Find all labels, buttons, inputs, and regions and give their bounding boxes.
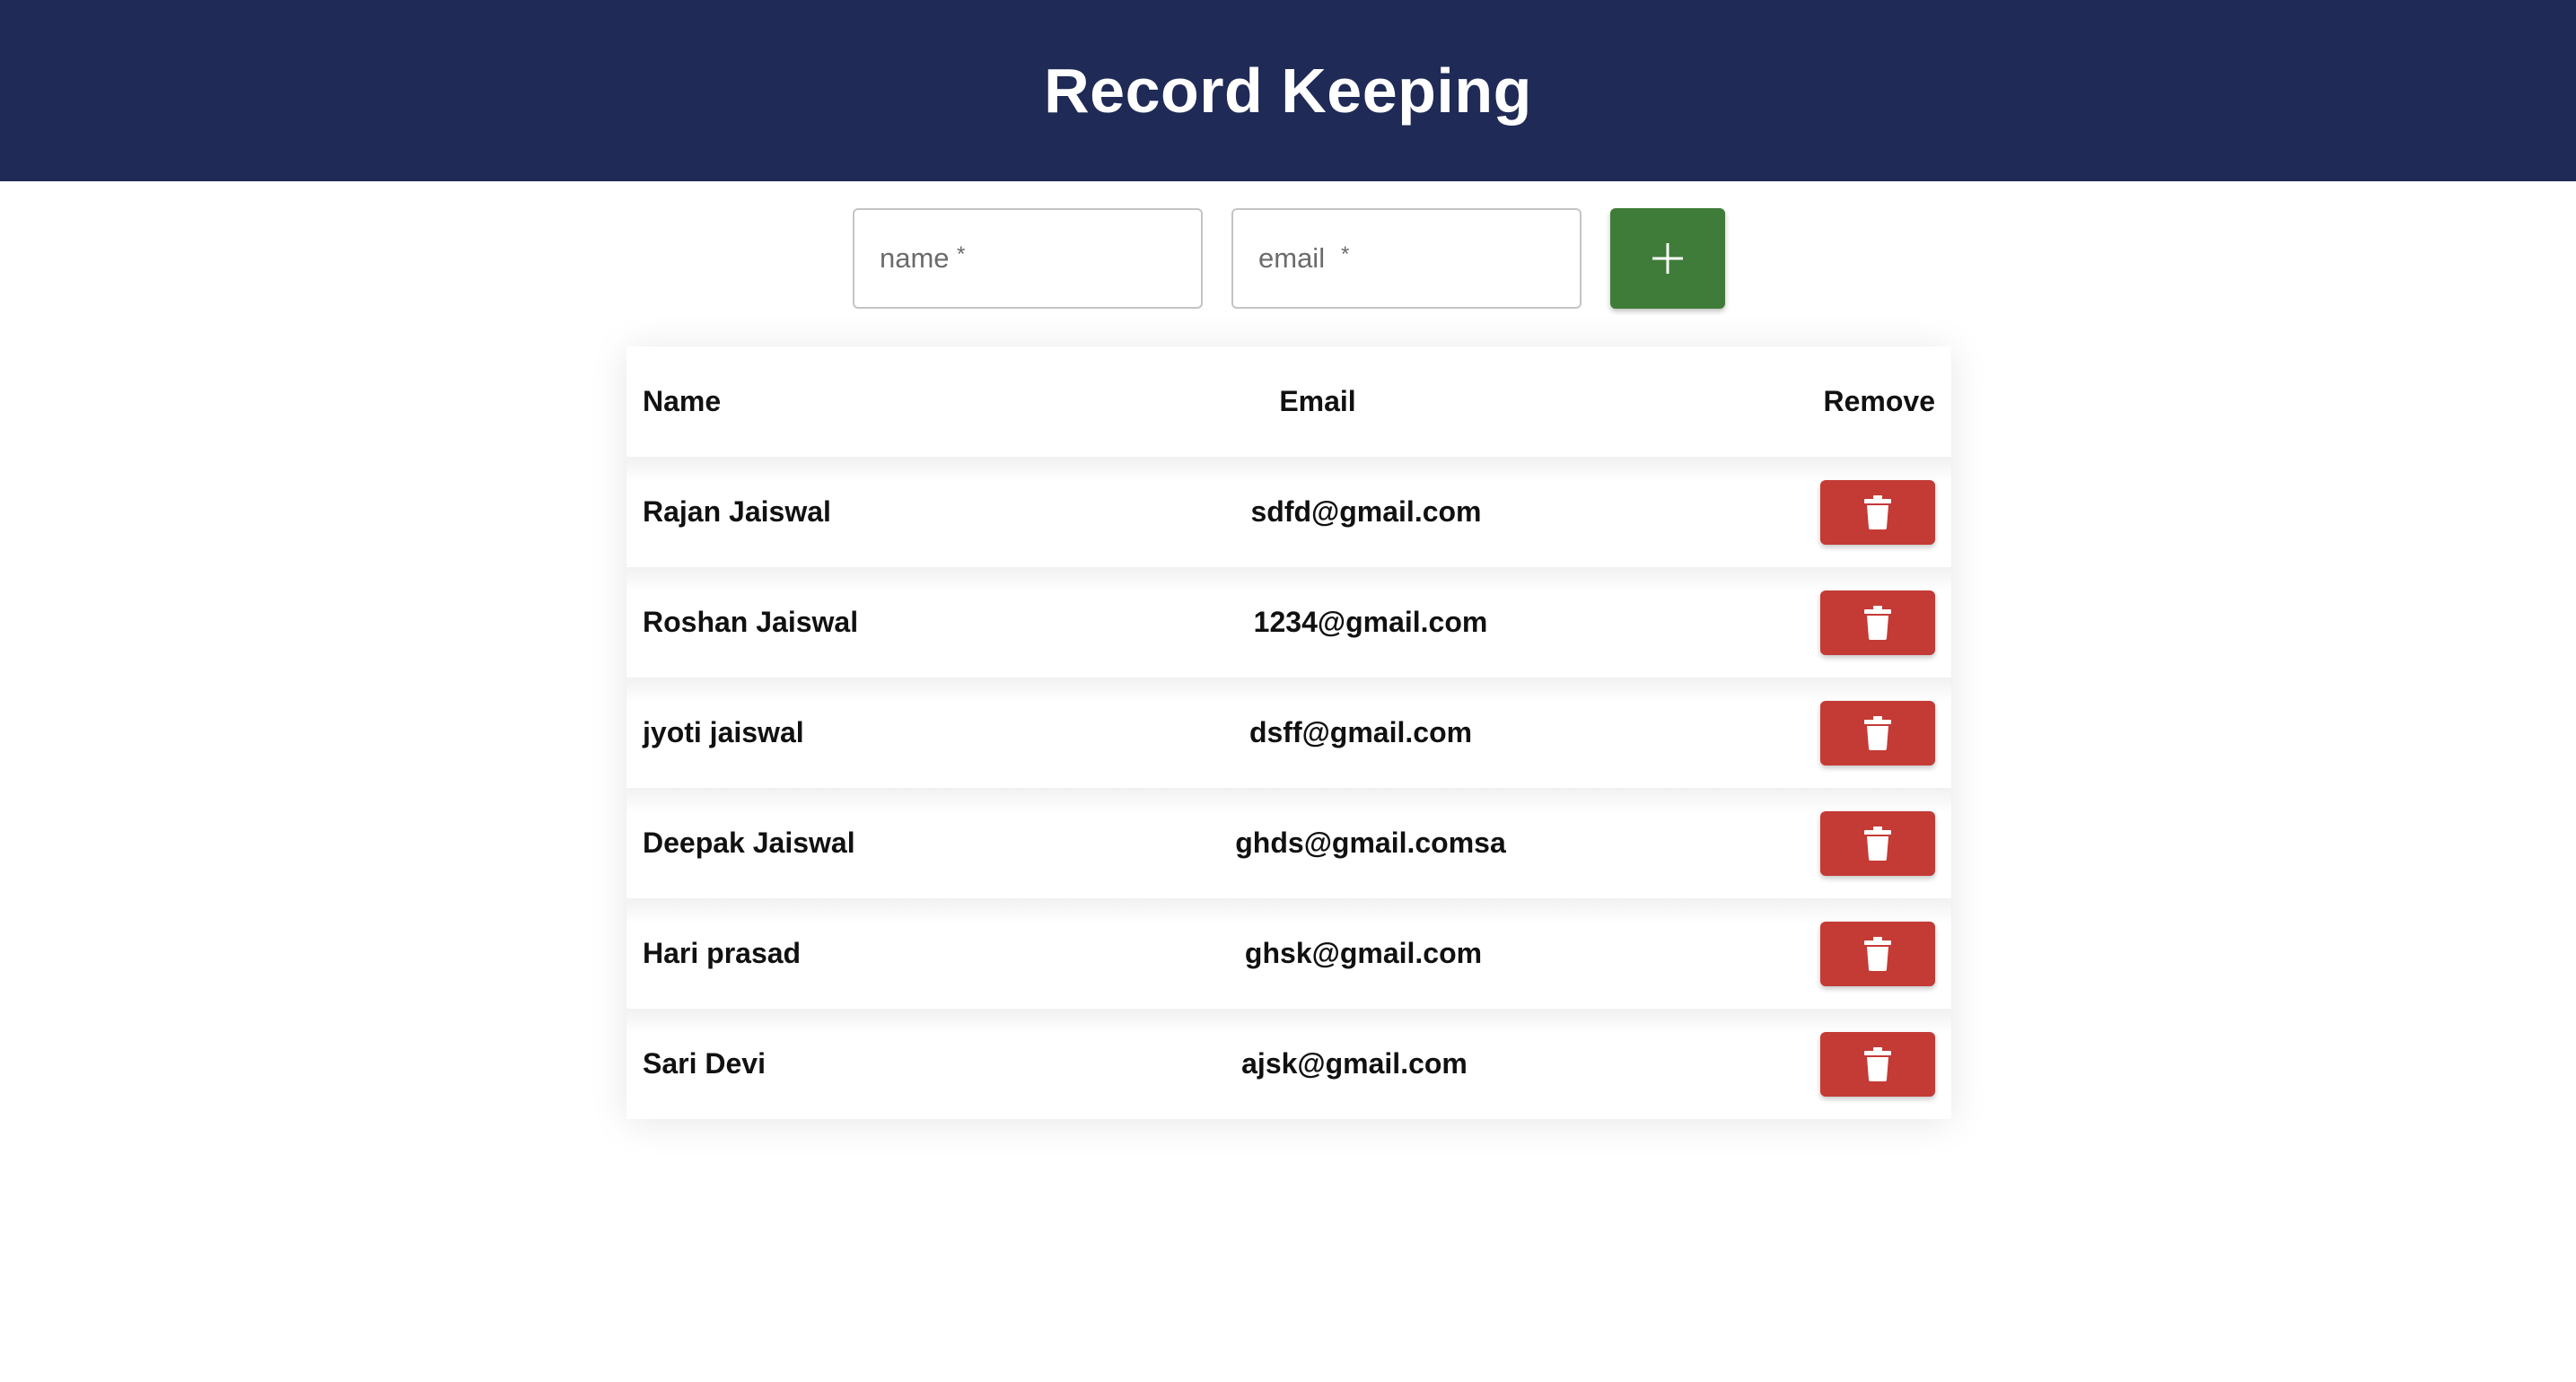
trash-icon: [1864, 936, 1891, 971]
delete-record-button[interactable]: [1820, 921, 1935, 986]
record-email: dsff@gmail.com: [1249, 716, 1473, 748]
table-row: jyoti jaiswal dsff@gmail.com: [626, 678, 1951, 788]
remove-cell: [1820, 678, 1935, 788]
record-name: Rajan Jaiswal: [643, 495, 831, 528]
delete-record-button[interactable]: [1820, 590, 1935, 655]
column-header-email: Email: [1279, 385, 1356, 417]
trash-icon: [1864, 1046, 1891, 1081]
column-header-name: Name: [643, 385, 722, 417]
remove-cell: [1820, 788, 1935, 898]
delete-record-button[interactable]: [1820, 810, 1935, 876]
remove-cell: [1820, 1009, 1935, 1119]
record-name: Sari Devi: [643, 1047, 766, 1080]
table-row: Roshan Jaiswal 1234@gmail.com: [626, 567, 1951, 678]
table-row: Rajan Jaiswal sdfd@gmail.com: [626, 457, 1951, 567]
plus-icon: [1652, 243, 1683, 274]
trash-icon: [1864, 715, 1891, 750]
trash-icon: [1864, 826, 1891, 861]
trash-icon: [1864, 605, 1891, 640]
table-row: Deepak Jaiswal ghds@gmail.comsa: [626, 788, 1951, 898]
app-header: Record Keeping: [0, 0, 2576, 181]
table-row: Sari Devi ajsk@gmail.com: [626, 1009, 1951, 1119]
record-name: Deepak Jaiswal: [643, 827, 855, 859]
remove-cell: [1820, 898, 1935, 1009]
page-title: Record Keeping: [1044, 56, 1532, 126]
delete-record-button[interactable]: [1820, 700, 1935, 765]
records-table: Name Email Remove Rajan Jaiswal sdfd@gma…: [626, 346, 1951, 1119]
name-input[interactable]: [878, 210, 1201, 307]
name-field[interactable]: *: [853, 208, 1203, 309]
record-email: ajsk@gmail.com: [1241, 1047, 1468, 1080]
email-input[interactable]: [1257, 210, 1580, 307]
record-email: ghds@gmail.comsa: [1235, 827, 1506, 859]
remove-cell: [1820, 457, 1935, 567]
record-email: sdfd@gmail.com: [1250, 495, 1482, 528]
email-field[interactable]: *: [1231, 208, 1582, 309]
delete-record-button[interactable]: [1820, 1031, 1935, 1097]
delete-record-button[interactable]: [1820, 479, 1935, 545]
record-name: Roshan Jaiswal: [643, 606, 859, 638]
column-header-remove: Remove: [1823, 385, 1936, 417]
record-email: 1234@gmail.com: [1253, 606, 1488, 638]
record-name: jyoti jaiswal: [643, 716, 804, 748]
remove-cell: [1820, 567, 1935, 678]
record-email: ghsk@gmail.com: [1244, 937, 1483, 969]
add-record-button[interactable]: [1610, 208, 1725, 309]
table-header-row: Name Email Remove: [626, 346, 1951, 457]
add-record-form: * *: [0, 208, 2576, 309]
record-name: Hari prasad: [643, 937, 802, 969]
trash-icon: [1864, 494, 1891, 529]
table-row: Hari prasad ghsk@gmail.com: [626, 898, 1951, 1009]
